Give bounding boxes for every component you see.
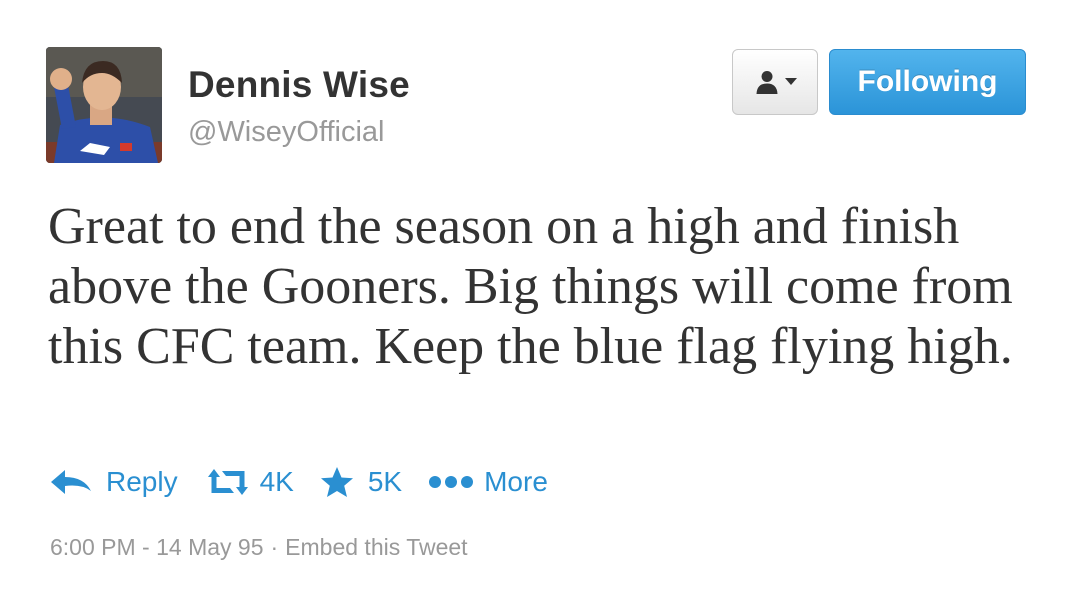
more-dots-icon (428, 475, 474, 489)
tweet-meta: 6:00 PM - 14 May 95 · Embed this Tweet (50, 534, 468, 561)
user-icon (756, 71, 777, 94)
tweet-text: Great to end the season on a high and fi… (48, 198, 1013, 375)
tweet-actions: Reply 4K 5K More (50, 462, 548, 502)
embed-tweet-link[interactable]: Embed this Tweet (285, 534, 467, 560)
favorite-button[interactable]: 5K (320, 466, 402, 498)
tweet-card: Dennis Wise @WiseyOfficial Following Gre… (0, 0, 1080, 614)
author-name[interactable]: Dennis Wise (188, 64, 410, 106)
favorite-count: 5K (367, 466, 403, 497)
following-button[interactable]: Following (829, 49, 1026, 115)
avatar[interactable] (46, 47, 162, 163)
more-button[interactable]: More (428, 466, 548, 498)
reply-button[interactable]: Reply (50, 466, 178, 498)
retweet-icon (204, 468, 252, 496)
more-label: More (484, 466, 548, 497)
user-actions-dropdown-button[interactable] (732, 49, 818, 115)
avatar-photo (46, 47, 162, 163)
star-icon (320, 466, 354, 498)
tweet-timestamp[interactable]: 6:00 PM - 14 May 95 (50, 534, 264, 560)
retweet-count: 4K (259, 466, 294, 497)
reply-label: Reply (106, 466, 178, 497)
retweet-button[interactable]: 4K (204, 466, 294, 498)
meta-separator: · (270, 534, 279, 560)
reply-icon (50, 469, 92, 495)
author-handle[interactable]: @WiseyOfficial (188, 116, 385, 149)
caret-down-icon (784, 78, 797, 85)
